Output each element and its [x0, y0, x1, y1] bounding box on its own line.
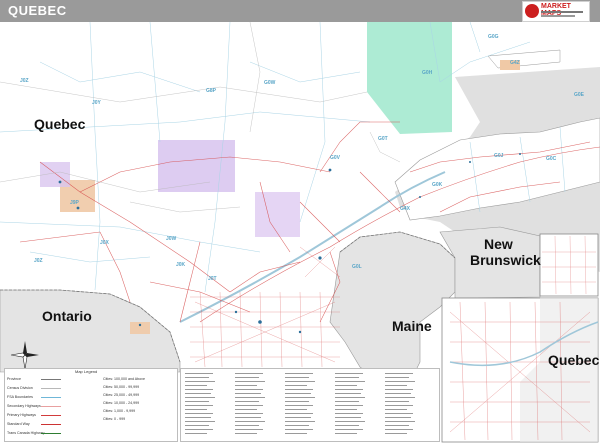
legend-city-size: Cities: 25,000 - 49,999: [103, 393, 140, 397]
place-name-index: [180, 368, 440, 442]
fsa-code-label: G4Z: [510, 60, 520, 66]
legend-row: FSA Boundaries: [7, 395, 33, 399]
legend-heading: Map Legend: [75, 369, 98, 374]
map-frame: QUEBEC MARKET MAPS J0Z J0Y J0X J9P G0W G…: [0, 0, 600, 444]
legend-city-size: Cities: 1,000 - 9,999: [103, 409, 136, 413]
legend-row: Census Division: [7, 386, 33, 390]
legend-city-size: Cities: 100,000 and Above: [103, 377, 145, 381]
fsa-code-label: G8P: [206, 88, 217, 94]
index-text-lines: [185, 373, 415, 434]
fsa-code-label: G0H: [422, 70, 433, 76]
fsa-code-label: J0Z: [34, 258, 43, 264]
title-bar: QUEBEC MARKET MAPS: [0, 0, 600, 22]
fsa-code-label: J0W: [166, 236, 177, 242]
inset-panel-saguenay: [539, 233, 599, 297]
fsa-code-label: G0J: [494, 153, 504, 159]
region-label-quebec: Quebec: [34, 116, 86, 132]
market-maps-logo: MARKET MAPS: [522, 1, 590, 22]
legend-row: Secondary Highways: [7, 404, 41, 408]
fsa-code-label: J9P: [70, 200, 79, 206]
legend-row: Trans Canada Highway: [7, 431, 45, 435]
legend-row: Primary Highways: [7, 413, 36, 417]
legend-city-size: Cities: 10,000 - 24,999: [103, 401, 140, 405]
region-label-new-brunswick-line2: Brunswick: [470, 252, 541, 268]
region-label-new-brunswick-line1: New: [484, 236, 513, 252]
map-legend: Map Legend Province Census Division FSA …: [4, 368, 178, 442]
fsa-code-label: G0W: [264, 80, 276, 86]
map-title: QUEBEC: [8, 3, 67, 18]
fsa-code-label: G0K: [432, 182, 443, 188]
legend-row: Province: [7, 377, 21, 381]
region-label-ontario: Ontario: [42, 308, 92, 324]
fsa-code-label: G0C: [546, 156, 557, 162]
fsa-code-label: J0K: [176, 262, 186, 268]
fsa-code-label: G4X: [400, 206, 411, 212]
region-label-maine: Maine: [392, 318, 432, 334]
compass-rose-icon: [10, 341, 39, 370]
fsa-code-label: G0G: [488, 34, 499, 40]
fsa-code-label: J0Y: [92, 100, 101, 106]
legend-row: Standard Way: [7, 422, 30, 426]
fsa-code-label: J0Z: [20, 78, 29, 84]
fsa-code-label: J0X: [100, 240, 109, 246]
legend-city-size: Cities: 50,000 - 99,999: [103, 385, 140, 389]
fsa-code-label: J0T: [208, 276, 217, 282]
logo-badge-icon: [525, 4, 539, 18]
legend-city-size: Cities: 0 - 999: [103, 417, 126, 421]
fsa-code-label: G0T: [378, 136, 388, 142]
inset-label-quebec: Quebec: [548, 352, 600, 368]
fsa-code-label: G0V: [330, 155, 341, 161]
fsa-code-label: G0L: [352, 264, 362, 270]
fsa-code-label: G0E: [574, 92, 585, 98]
